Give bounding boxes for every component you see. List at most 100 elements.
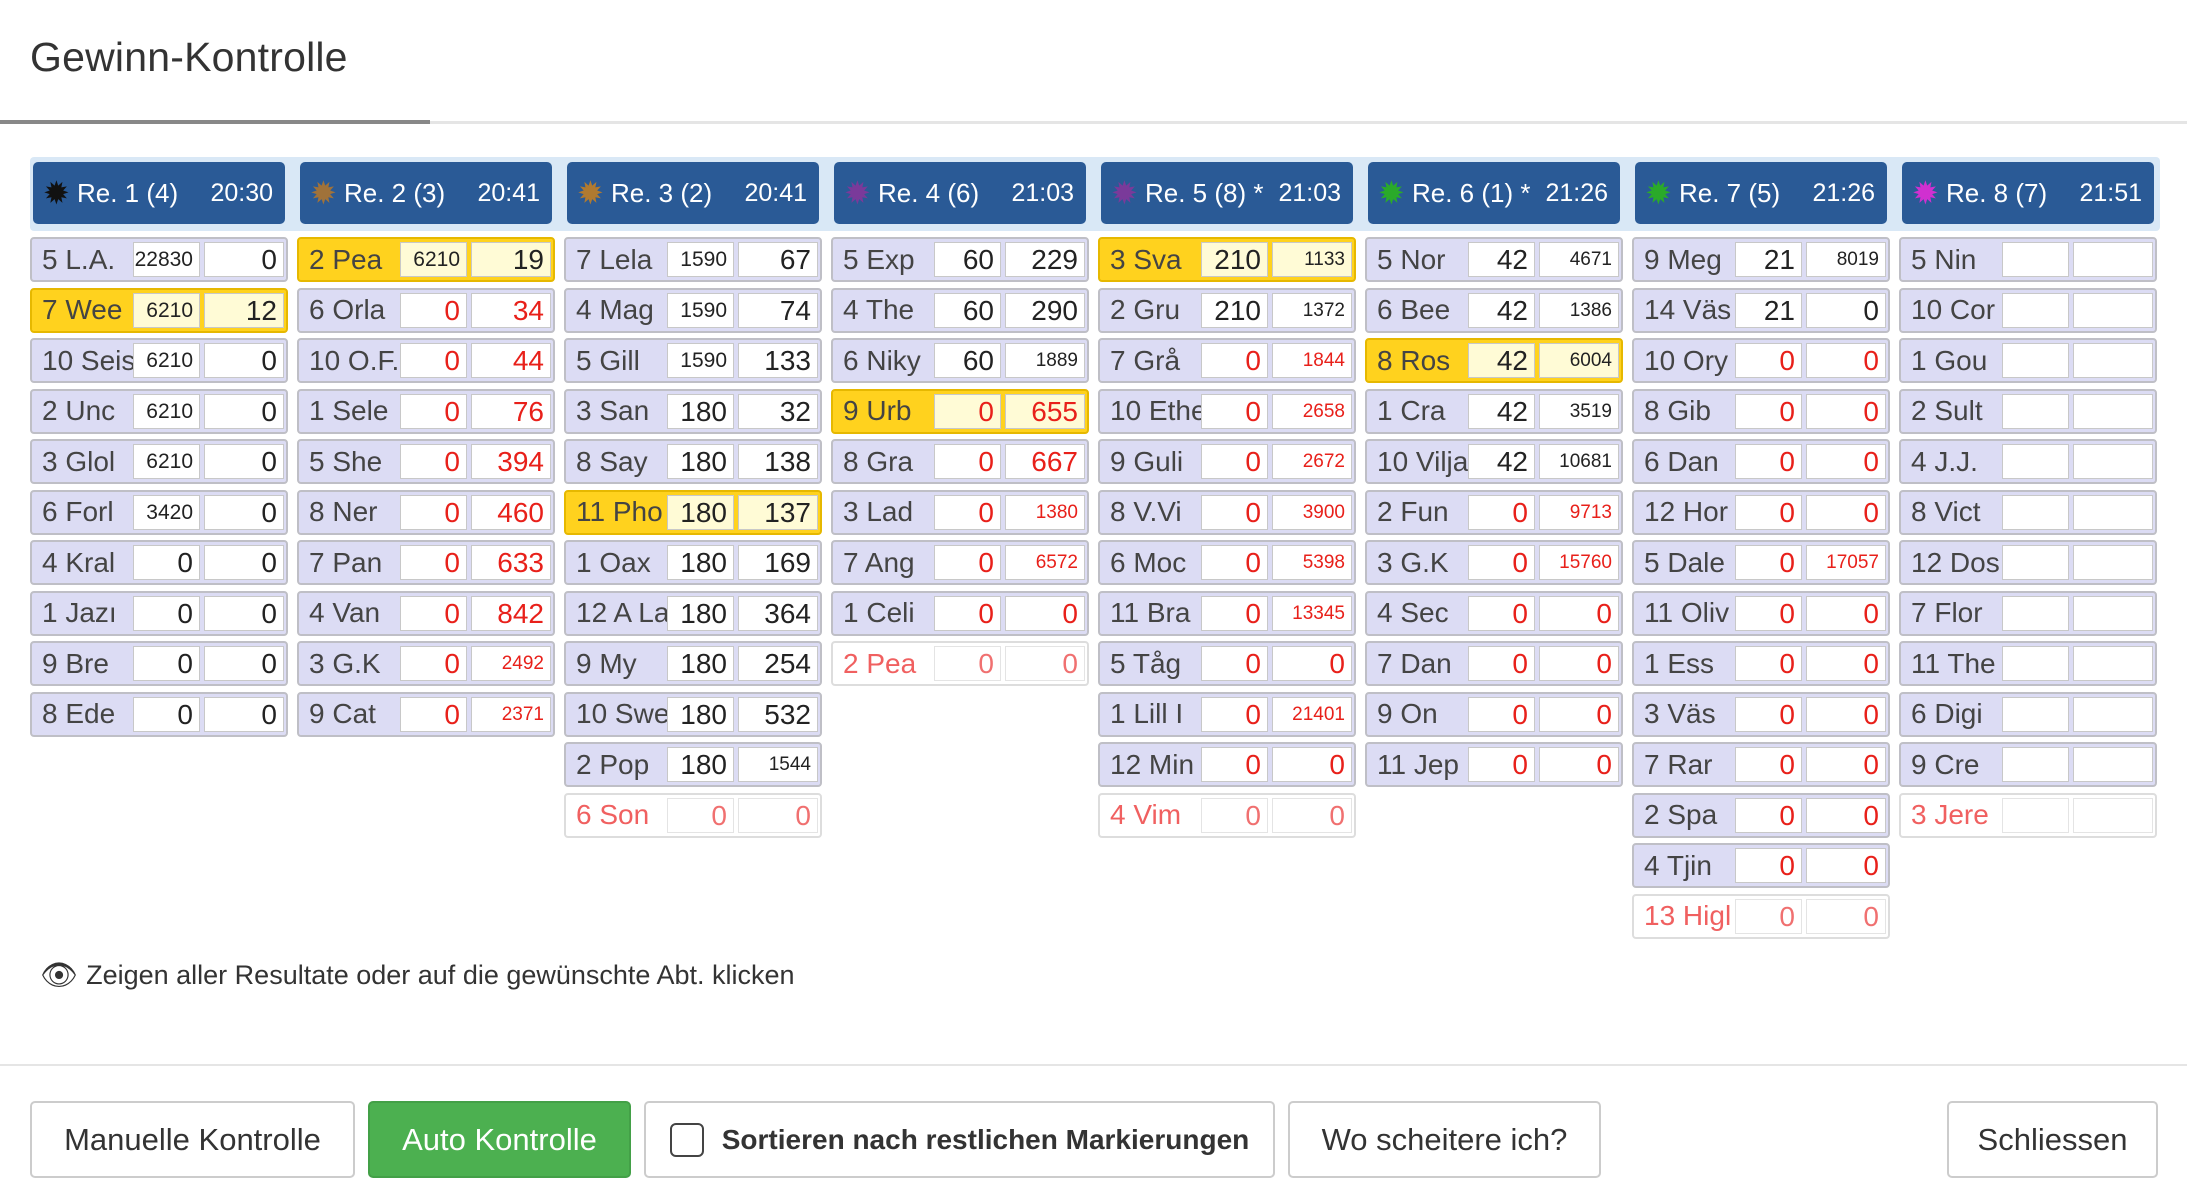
horse-row[interactable]: 7 Grå 0 1844	[1098, 338, 1356, 383]
horse-row[interactable]: 8 Ner 0 460	[297, 489, 555, 535]
horse-row[interactable]: 12 Min 0 0	[1098, 742, 1356, 787]
horse-row[interactable]: 2 Gru 210 1372	[1098, 287, 1356, 333]
horse-row[interactable]: 10 Seis 6210 0	[30, 338, 288, 383]
horse-row[interactable]: 5 Tåg 0 0	[1098, 641, 1356, 686]
race-header-2[interactable]: ✹ Re. 2 (3) 20:41	[300, 162, 552, 224]
horse-row[interactable]: 14 Väs 21 0	[1632, 287, 1890, 333]
horse-row[interactable]: 8 Gra 0 667	[831, 439, 1089, 484]
horse-row[interactable]: 6 Bee 42 1386	[1365, 287, 1623, 333]
horse-row[interactable]: 5 L.A. 22830 0	[30, 237, 288, 282]
horse-row[interactable]: 7 Wee 6210 12	[30, 287, 288, 333]
horse-row[interactable]: 6 Orla 0 34	[297, 287, 555, 333]
race-header-8[interactable]: ✹ Re. 8 (7) 21:51	[1902, 162, 2154, 224]
horse-row[interactable]: 9 On 0 0	[1365, 691, 1623, 737]
horse-row[interactable]: 3 G.K 0 2492	[297, 641, 555, 686]
horse-row[interactable]: 10 Swe 180 532	[564, 691, 822, 737]
horse-row[interactable]: 8 V.Vi 0 3900	[1098, 489, 1356, 535]
horse-row[interactable]: 9 Meg 21 8019	[1632, 237, 1890, 282]
horse-row[interactable]: 1 Cra 42 3519	[1365, 388, 1623, 434]
horse-row[interactable]: 7 Dan 0 0	[1365, 641, 1623, 686]
horse-row[interactable]: 3 Sva 210 1133	[1098, 237, 1356, 282]
horse-row[interactable]: 6 Moc 0 5398	[1098, 540, 1356, 585]
horse-row[interactable]: 3 Lad 0 1380	[831, 489, 1089, 535]
horse-row[interactable]: 6 Son 0 0	[564, 792, 822, 838]
horse-row[interactable]: 11 The	[1899, 641, 2157, 686]
horse-row[interactable]: 2 Pea 0 0	[831, 641, 1089, 686]
horse-row[interactable]: 8 Gib 0 0	[1632, 388, 1890, 434]
horse-row[interactable]: 8 Vict	[1899, 489, 2157, 535]
race-header-6[interactable]: ✹ Re. 6 (1) * 21:26	[1368, 162, 1620, 224]
manual-check-button[interactable]: Manuelle Kontrolle	[30, 1101, 355, 1178]
horse-row[interactable]: 9 Urb 0 655	[831, 388, 1089, 434]
horse-row[interactable]: 2 Unc 6210 0	[30, 388, 288, 434]
horse-row[interactable]: 4 The 60 290	[831, 287, 1089, 333]
horse-row[interactable]: 12 Dos	[1899, 540, 2157, 585]
horse-row[interactable]: 9 Bre 0 0	[30, 641, 288, 686]
horse-row[interactable]: 1 Sele 0 76	[297, 388, 555, 434]
horse-row[interactable]: 5 Dale 0 17057	[1632, 540, 1890, 585]
horse-row[interactable]: 4 Van 0 842	[297, 590, 555, 636]
horse-row[interactable]: 10 Cor	[1899, 287, 2157, 333]
horse-row[interactable]: 3 G.K 0 15760	[1365, 540, 1623, 585]
horse-row[interactable]: 2 Pop 180 1544	[564, 742, 822, 787]
checkbox-icon[interactable]	[669, 1122, 704, 1157]
horse-row[interactable]: 5 Nin	[1899, 237, 2157, 282]
horse-row[interactable]: 4 Tjin 0 0	[1632, 843, 1890, 888]
horse-row[interactable]: 9 My 180 254	[564, 641, 822, 686]
where-fail-button[interactable]: Wo scheitere ich?	[1288, 1101, 1601, 1178]
horse-row[interactable]: 1 Ess 0 0	[1632, 641, 1890, 686]
horse-row[interactable]: 10 Vilja 42 10681	[1365, 439, 1623, 484]
horse-row[interactable]: 1 Celi 0 0	[831, 590, 1089, 636]
horse-row[interactable]: 11 Oliv 0 0	[1632, 590, 1890, 636]
race-header-4[interactable]: ✹ Re. 4 (6) 21:03	[834, 162, 1086, 224]
race-header-7[interactable]: ✹ Re. 7 (5) 21:26	[1635, 162, 1887, 224]
horse-row[interactable]: 7 Flor	[1899, 590, 2157, 636]
horse-row[interactable]: 3 Jere	[1899, 792, 2157, 838]
horse-row[interactable]: 7 Ang 0 6572	[831, 540, 1089, 585]
horse-row[interactable]: 4 Kral 0 0	[30, 540, 288, 585]
horse-row[interactable]: 2 Sult	[1899, 388, 2157, 434]
horse-row[interactable]: 13 Higl 0 0	[1632, 893, 1890, 939]
race-header-1[interactable]: ✹ Re. 1 (4) 20:30	[33, 162, 285, 224]
race-header-5[interactable]: ✹ Re. 5 (8) * 21:03	[1101, 162, 1353, 224]
horse-row[interactable]: 2 Fun 0 9713	[1365, 489, 1623, 535]
horse-row[interactable]: 11 Pho 180 137	[564, 489, 822, 535]
horse-row[interactable]: 8 Say 180 138	[564, 439, 822, 484]
horse-row[interactable]: 7 Rar 0 0	[1632, 742, 1890, 787]
horse-row[interactable]: 12 Hor 0 0	[1632, 489, 1890, 535]
horse-row[interactable]: 6 Forl 3420 0	[30, 489, 288, 535]
horse-row[interactable]: 9 Guli 0 2672	[1098, 439, 1356, 484]
race-header-3[interactable]: ✹ Re. 3 (2) 20:41	[567, 162, 819, 224]
horse-row[interactable]: 10 Ethe 0 2658	[1098, 388, 1356, 434]
auto-check-button[interactable]: Auto Kontrolle	[368, 1101, 631, 1178]
horse-row[interactable]: 12 A La 180 364	[564, 590, 822, 636]
horse-row[interactable]: 1 Gou	[1899, 338, 2157, 383]
sort-checkbox-button[interactable]: Sortieren nach restlichen Markierungen	[644, 1101, 1275, 1178]
horse-row[interactable]: 11 Bra 0 13345	[1098, 590, 1356, 636]
horse-row[interactable]: 3 San 180 32	[564, 388, 822, 434]
close-button[interactable]: Schliessen	[1947, 1101, 2158, 1178]
horse-row[interactable]: 5 Exp 60 229	[831, 237, 1089, 282]
horse-row[interactable]: 5 She 0 394	[297, 439, 555, 484]
horse-row[interactable]: 11 Jep 0 0	[1365, 742, 1623, 787]
horse-row[interactable]: 10 Ory 0 0	[1632, 338, 1890, 383]
horse-row[interactable]: 6 Digi	[1899, 691, 2157, 737]
horse-row[interactable]: 7 Pan 0 633	[297, 540, 555, 585]
horse-row[interactable]: 5 Nor 42 4671	[1365, 237, 1623, 282]
horse-row[interactable]: 9 Cre	[1899, 742, 2157, 787]
horse-row[interactable]: 2 Pea 6210 19	[297, 237, 555, 282]
horse-row[interactable]: 3 Väs 0 0	[1632, 691, 1890, 737]
horse-row[interactable]: 8 Ede 0 0	[30, 691, 288, 737]
horse-row[interactable]: 8 Ros 42 6004	[1365, 338, 1623, 383]
horse-row[interactable]: 6 Dan 0 0	[1632, 439, 1890, 484]
horse-row[interactable]: 1 Lill I 0 21401	[1098, 691, 1356, 737]
horse-row[interactable]: 1 Oax 180 169	[564, 540, 822, 585]
horse-row[interactable]: 7 Lela 1590 67	[564, 237, 822, 282]
horse-row[interactable]: 4 J.J.	[1899, 439, 2157, 484]
horse-row[interactable]: 10 O.F. 0 44	[297, 338, 555, 383]
horse-row[interactable]: 5 Gill 1590 133	[564, 338, 822, 383]
horse-row[interactable]: 6 Niky 60 1889	[831, 338, 1089, 383]
horse-row[interactable]: 4 Sec 0 0	[1365, 590, 1623, 636]
horse-row[interactable]: 9 Cat 0 2371	[297, 691, 555, 737]
horse-row[interactable]: 2 Spa 0 0	[1632, 792, 1890, 838]
